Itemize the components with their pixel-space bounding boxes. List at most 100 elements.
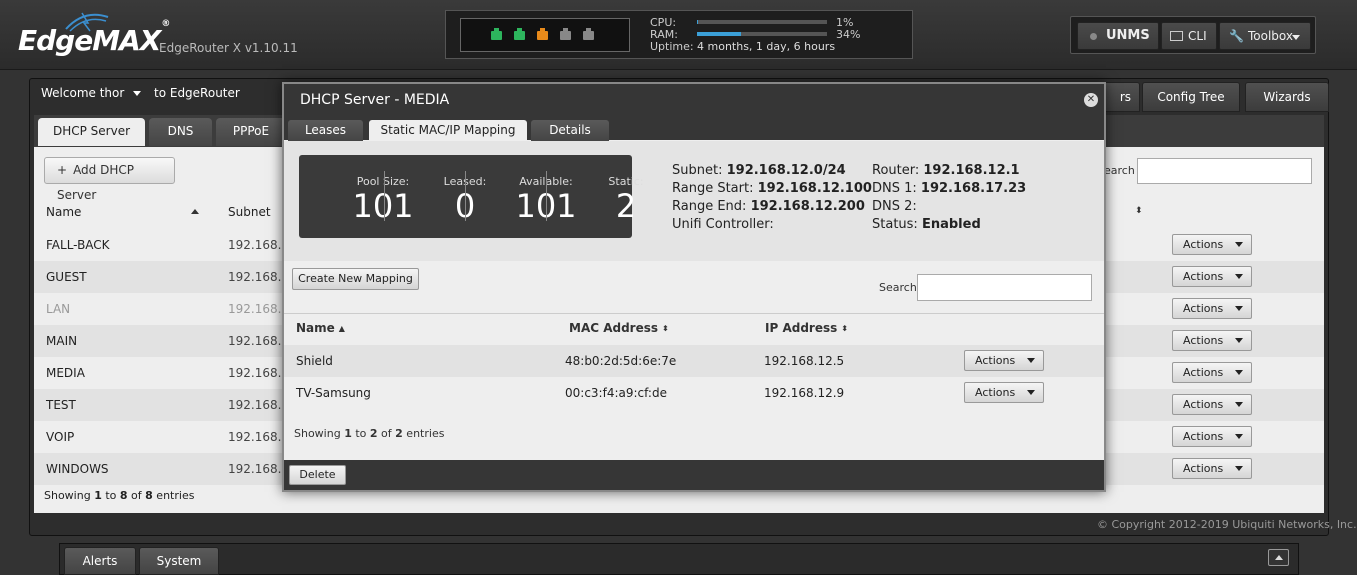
actions-button[interactable]: Actions [1172, 394, 1252, 415]
info-status: Status: Enabled [872, 217, 981, 232]
actions-button[interactable]: Actions [1172, 298, 1252, 319]
tab-alerts[interactable]: Alerts [64, 547, 136, 575]
actions-button[interactable]: Actions [1172, 330, 1252, 351]
tab-dhcp-server[interactable]: DHCP Server [38, 118, 145, 146]
server-name[interactable]: TEST [46, 398, 76, 412]
chevron-down-icon [1235, 434, 1243, 439]
brand-text: EdgeMAX [18, 24, 161, 57]
modal-table-info: Showing 1 to 2 of 2 entries [294, 427, 445, 440]
table-row: Shield 48:b0:2d:5d:6e:7e 192.168.12.5 Actio… [284, 345, 1104, 377]
sort-icon[interactable]: ⬍ [1135, 206, 1143, 216]
uptime-label: Uptime: [650, 40, 694, 53]
sort-asc-icon[interactable] [191, 209, 199, 214]
cpu-bar [697, 20, 827, 24]
server-name[interactable]: MAIN [46, 334, 77, 348]
server-name[interactable]: MEDIA [46, 366, 85, 380]
info-router: Router: 192.168.12.1 [872, 163, 1020, 178]
info-range-start: Range Start: 192.168.12.100 [672, 181, 872, 196]
plus-icon: + [57, 163, 68, 177]
actions-button[interactable]: Actions [964, 350, 1044, 371]
info-dns1: DNS 1: 192.168.17.23 [872, 181, 1027, 196]
server-name[interactable]: WINDOWS [46, 462, 109, 476]
to-router-text: to EdgeRouter [154, 86, 240, 100]
uptime-value: 4 months, 1 day, 6 hours [697, 40, 836, 53]
server-name[interactable]: VOIP [46, 430, 74, 444]
actions-button[interactable]: Actions [1172, 266, 1252, 287]
tab-static-mapping[interactable]: Static MAC/IP Mapping [369, 120, 527, 141]
server-name[interactable]: FALL-BACK [46, 238, 110, 252]
unms-button[interactable]: UNMS [1077, 22, 1159, 50]
mapping-name: Shield [296, 354, 333, 368]
ram-value: 34% [836, 28, 861, 41]
bottom-bar [59, 543, 1299, 575]
tab-details[interactable]: Details [531, 120, 609, 141]
column-subnet[interactable]: Subnet [228, 205, 271, 219]
cli-button[interactable]: CLI [1161, 22, 1217, 50]
add-dhcp-server-button[interactable]: + Add DHCP Server [44, 157, 175, 202]
chevron-down-icon [1235, 306, 1243, 311]
tab-dns[interactable]: DNS [149, 118, 212, 146]
table-info: Showing 1 to 8 of 8 entries [44, 489, 195, 502]
user-menu[interactable]: Welcome thor [41, 86, 142, 100]
mapping-mac: 00:c3:f4:a9:cf:de [565, 386, 667, 400]
modal-search-input[interactable] [917, 274, 1092, 301]
modal-search-label: Search [879, 281, 917, 294]
mapping-ip: 192.168.12.9 [764, 386, 845, 400]
column-name[interactable]: Name [46, 205, 81, 219]
port-icon[interactable] [491, 28, 502, 40]
actions-button[interactable]: Actions [1172, 362, 1252, 383]
toolbox-label: Toolbox [1248, 29, 1293, 43]
actions-button[interactable]: Actions [1172, 426, 1252, 447]
delete-button[interactable]: Delete [289, 465, 346, 485]
wrench-icon: 🔧 [1229, 29, 1244, 43]
tab-system[interactable]: System [139, 547, 219, 575]
column-name[interactable]: Name ▲ [296, 321, 345, 335]
sort-asc-icon: ▲ [338, 324, 345, 333]
search-label: earch [1104, 164, 1135, 177]
tab-pppoe[interactable]: PPPoE [216, 118, 286, 146]
port-icon[interactable] [514, 28, 525, 40]
chevron-down-icon [1235, 402, 1243, 407]
chevron-down-icon [1027, 358, 1035, 363]
modal-title: DHCP Server - MEDIA [300, 92, 450, 108]
info-subnet: Subnet: 192.168.12.0/24 [672, 163, 846, 178]
mapping-name: TV-Samsung [296, 386, 371, 400]
info-range-end: Range End: 192.168.12.200 [672, 199, 865, 214]
port-icon[interactable] [560, 28, 571, 40]
actions-button[interactable]: Actions [964, 382, 1044, 403]
cli-label: CLI [1188, 29, 1207, 43]
device-label: EdgeRouter X v1.10.11 [159, 41, 298, 55]
mapping-ip: 192.168.12.5 [764, 354, 845, 368]
chevron-down-icon [1235, 274, 1243, 279]
close-icon[interactable]: ✕ [1084, 93, 1098, 107]
sort-icon: ⬍ [841, 324, 848, 333]
sort-icon: ⬍ [662, 324, 669, 333]
toolbox-button[interactable]: 🔧 Toolbox [1219, 22, 1311, 50]
chevron-down-icon [1027, 390, 1035, 395]
mapping-mac: 48:b0:2d:5d:6e:7e [565, 354, 677, 368]
port-icon[interactable] [537, 28, 548, 40]
tools-panel: UNMS CLI 🔧 Toolbox [1070, 16, 1316, 54]
server-name[interactable]: GUEST [46, 270, 87, 284]
search-input[interactable] [1137, 158, 1312, 184]
tab-leases[interactable]: Leases [288, 120, 363, 141]
create-mapping-button[interactable]: Create New Mapping [292, 268, 419, 290]
table-row: TV-Samsung 00:c3:f4:a9:cf:de 192.168.12.9 A… [284, 377, 1104, 409]
tab-wizards[interactable]: Wizards [1245, 82, 1329, 112]
port-status [460, 18, 630, 52]
ram-bar [697, 32, 827, 36]
modal-footer [284, 460, 1104, 490]
info-dns2: DNS 2: [872, 199, 917, 214]
chevron-down-icon [1235, 242, 1243, 247]
actions-button[interactable]: Actions [1172, 458, 1252, 479]
server-name[interactable]: LAN [46, 302, 70, 316]
chevron-up-icon [1275, 555, 1283, 560]
tab-config-tree[interactable]: Config Tree [1142, 82, 1240, 112]
chevron-down-icon [1235, 338, 1243, 343]
collapse-button[interactable] [1268, 549, 1289, 566]
actions-button[interactable]: Actions [1172, 234, 1252, 255]
copyright: © Copyright 2012-2019 Ubiquiti Networks,… [1097, 518, 1357, 531]
port-icon[interactable] [583, 28, 594, 40]
column-ip[interactable]: IP Address ⬍ [765, 321, 848, 335]
column-mac[interactable]: MAC Address ⬍ [569, 321, 669, 335]
